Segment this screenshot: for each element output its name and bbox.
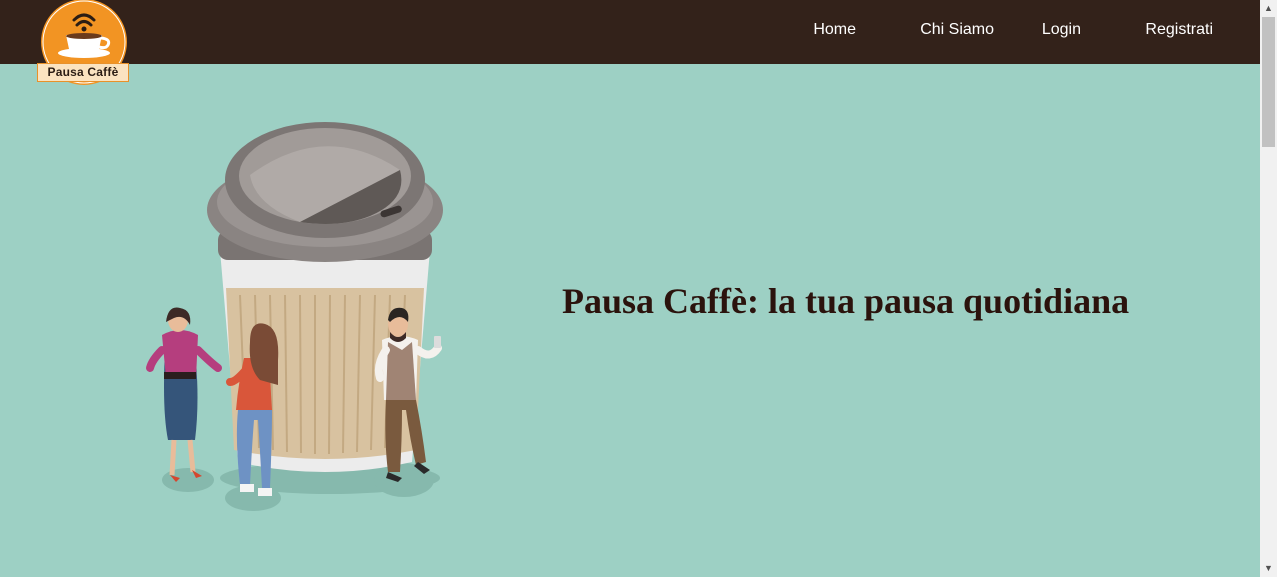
hero-illustration: [146, 122, 443, 511]
vertical-scrollbar[interactable]: ▲ ▼: [1260, 0, 1277, 577]
nav-registrati[interactable]: Registrati: [1145, 21, 1213, 39]
hero-title: Pausa Caffè: la tua pausa quotidiana: [562, 281, 1130, 321]
logo[interactable]: Pausa Caffè: [36, 0, 132, 86]
scroll-thumb[interactable]: [1262, 17, 1275, 147]
scroll-up-arrow-icon[interactable]: ▲: [1260, 0, 1277, 17]
navbar: Pausa Caffè Home Chi Siamo Login Registr…: [0, 0, 1260, 85]
nav-home[interactable]: Home: [813, 21, 856, 39]
nav-chi-siamo[interactable]: Chi Siamo: [920, 21, 994, 39]
nav-login[interactable]: Login: [1042, 21, 1081, 39]
logo-text: Pausa Caffè: [37, 63, 129, 82]
scroll-down-arrow-icon[interactable]: ▼: [1260, 560, 1277, 577]
